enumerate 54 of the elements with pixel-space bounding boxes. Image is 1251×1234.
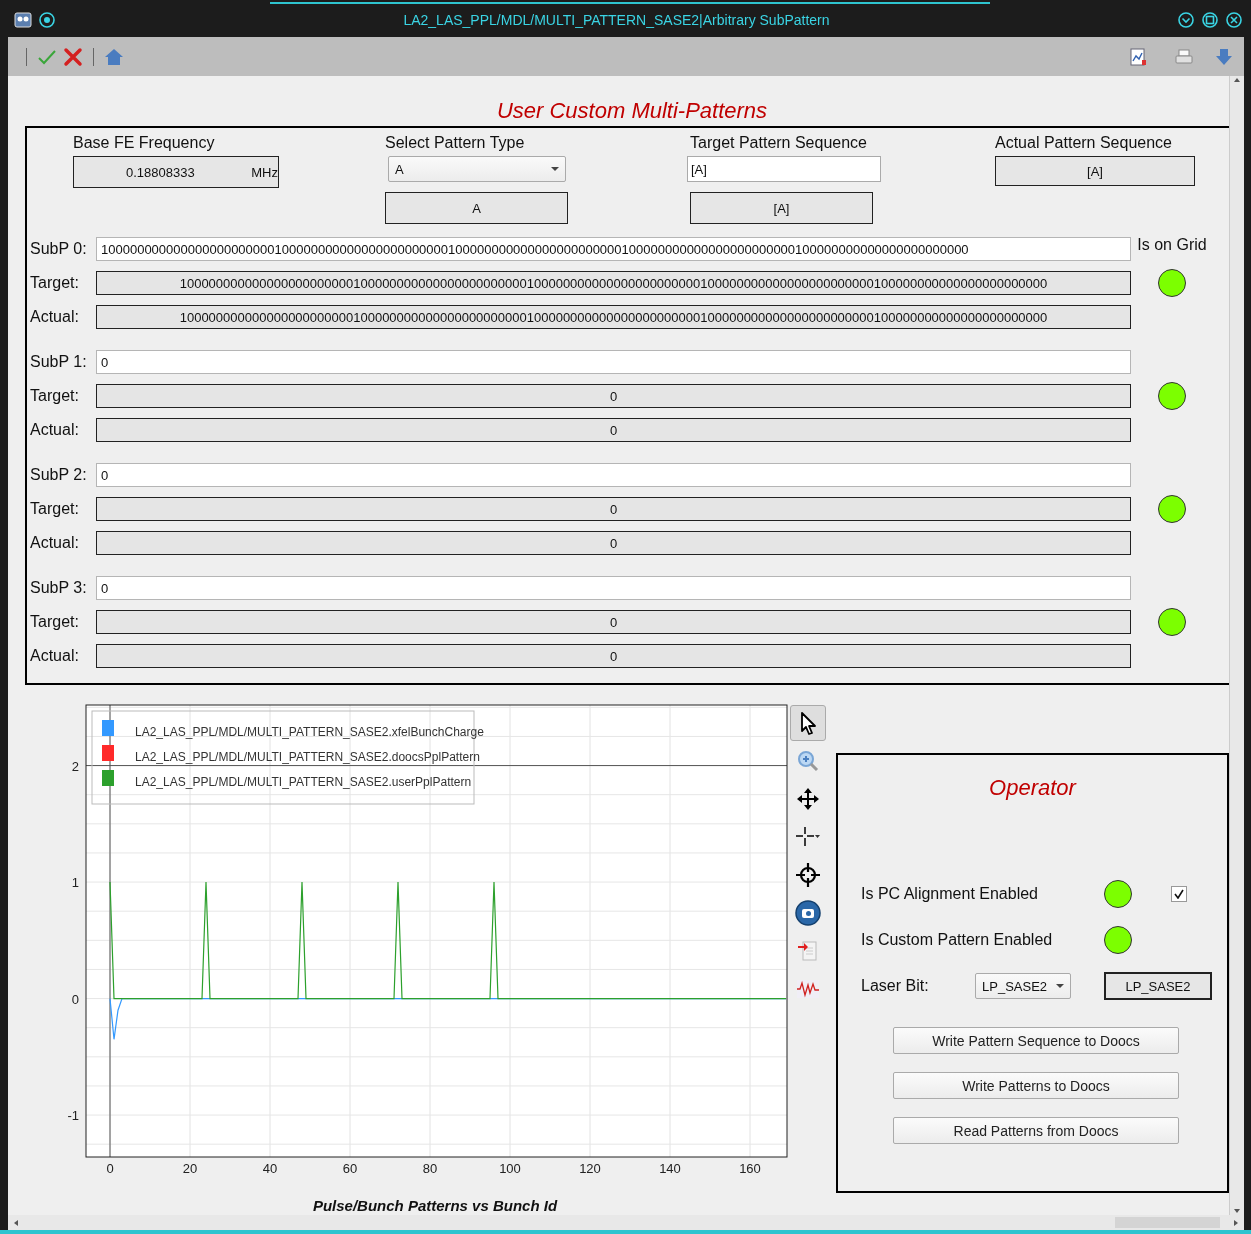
field-label: Base FE Frequency — [73, 134, 216, 152]
target-sequence-readback: [A] — [690, 192, 873, 224]
field-label: Select Pattern Type — [385, 134, 526, 152]
tick-label: 120 — [579, 1161, 601, 1176]
tick-label: 160 — [739, 1161, 761, 1176]
tick-label: 1 — [71, 875, 79, 891]
laser-bit-readback: LP_SASE2 — [1104, 972, 1212, 1000]
tick-label: -1 — [67, 1108, 79, 1124]
panel-title: Operator — [989, 775, 1076, 800]
target-value: 0 — [96, 384, 1131, 408]
row-label: SubP 1: — [29, 352, 88, 372]
field-label: Laser Bit: — [861, 977, 930, 995]
tick-label: 0 — [106, 1161, 114, 1176]
actual-value: 100000000000000000000000100000000000000000000000100000000000000000000000100000000000000000000000100000000000000000000000 — [96, 305, 1131, 329]
row-label: SubP 2: — [29, 465, 88, 485]
window-title: LA2_LAS_PPL/MDL/MULTI_PATTERN_SASE2|Arbitrary SubPattern — [402, 11, 831, 28]
actual-value: 0 — [96, 531, 1131, 555]
field-label: Actual Pattern Sequence — [995, 134, 1173, 152]
row-label: Actual: — [29, 420, 80, 440]
actual-value: 0 — [96, 418, 1131, 442]
row-label: Target: — [29, 499, 80, 519]
tick-label: 140 — [659, 1161, 681, 1176]
axis-title: Pulse/Bunch Patterns vs Bunch Id — [312, 1197, 558, 1214]
frequency-value: 0.18808333 — [126, 164, 195, 180]
row-label: Target: — [29, 273, 80, 293]
actual-value: 0 — [96, 644, 1131, 668]
target-value: 0 — [96, 610, 1131, 634]
row-label: Target: — [29, 386, 80, 406]
tick-label: 40 — [262, 1161, 278, 1176]
tick-label: 100 — [499, 1161, 521, 1176]
section-heading: User Custom Multi-Patterns — [496, 98, 768, 125]
field-label: Is Custom Pattern Enabled — [861, 931, 1054, 949]
actual-sequence-value: [A] — [995, 156, 1195, 186]
row-label: Actual: — [29, 646, 80, 666]
row-label: Target: — [29, 612, 80, 632]
unit-label: MHz — [251, 164, 278, 180]
field-label: Target Pattern Sequence — [689, 134, 868, 152]
row-label: SubP 3: — [29, 578, 88, 598]
row-label: Actual: — [29, 533, 80, 553]
legend-label: LA2_LAS_PPL/MDL/MULTI_PATTERN_SASE2.xfelBunchCharge — [135, 725, 484, 739]
column-header: Is on Grid — [1137, 236, 1207, 254]
field-label: Is PC Alignment Enabled — [861, 885, 1039, 903]
target-value: 100000000000000000000000100000000000000000000000100000000000000000000000100000000000000000000000100000000000000000000000 — [96, 271, 1131, 295]
legend-label: LA2_LAS_PPL/MDL/MULTI_PATTERN_SASE2.userPplPattern — [135, 775, 472, 789]
tick-label: 60 — [342, 1161, 358, 1176]
pattern-type-readback: A — [385, 192, 568, 224]
tick-label: 80 — [422, 1161, 438, 1176]
row-label: SubP 0: — [29, 239, 88, 259]
legend-label: LA2_LAS_PPL/MDL/MULTI_PATTERN_SASE2.doocsPplPattern — [135, 750, 480, 764]
row-label: Actual: — [29, 307, 80, 327]
target-value: 0 — [96, 497, 1131, 521]
tick-label: 20 — [182, 1161, 198, 1176]
tick-label: 0 — [71, 991, 79, 1007]
tick-label: 2 — [71, 758, 79, 774]
